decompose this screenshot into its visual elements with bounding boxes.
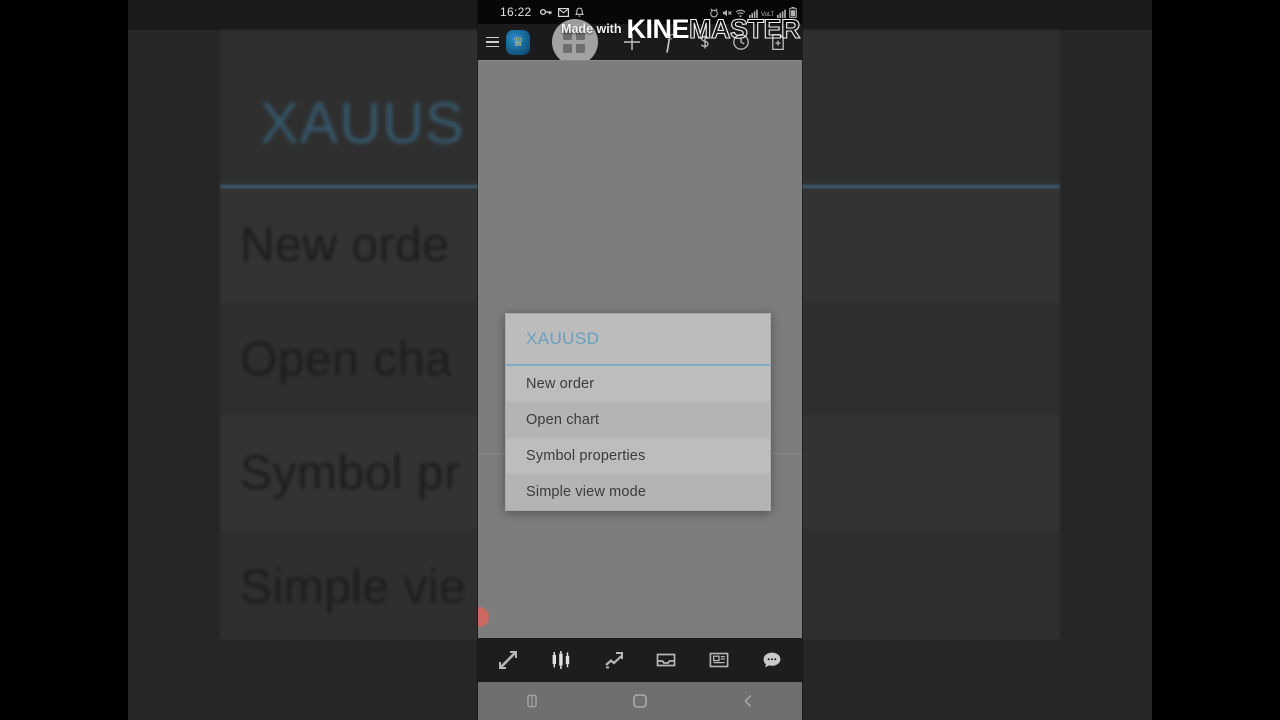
backdrop-popup-title: XAUUS — [260, 91, 465, 156]
hamburger-icon[interactable] — [485, 24, 500, 60]
backdrop-item-open-chart: Open cha — [240, 333, 453, 386]
news-icon[interactable] — [699, 643, 739, 677]
function-f-glyph: f — [665, 31, 672, 53]
menu-item-new-order[interactable]: New order — [506, 366, 770, 402]
grid-glyph — [563, 31, 586, 53]
home-button[interactable] — [618, 687, 662, 715]
new-document-icon[interactable] — [760, 24, 796, 60]
mt4-app-logo[interactable]: ♕ — [506, 29, 531, 55]
currency-settings-icon[interactable] — [687, 24, 723, 60]
menu-item-symbol-properties[interactable]: Symbol properties — [506, 438, 770, 474]
menu-item-open-chart[interactable]: Open chart — [506, 402, 770, 438]
app-toolbar: ♕ f — [478, 19, 802, 65]
menu-item-simple-view-mode[interactable]: Simple view mode — [506, 474, 770, 510]
signal-icon — [749, 9, 758, 18]
add-symbol-icon[interactable] — [614, 24, 650, 60]
sell-marker-dot — [478, 607, 489, 627]
chat-icon[interactable] — [752, 643, 792, 677]
wifi-icon — [735, 9, 746, 18]
phone-screen: 16:22 VoLT ♕ f Made with KINE XAUUSD New… — [478, 0, 802, 720]
symbol-context-menu: XAUUSD New order Open chart Symbol prope… — [505, 313, 771, 511]
key-icon — [539, 7, 552, 17]
charts-candlestick-icon[interactable] — [541, 643, 581, 677]
backdrop-item-symbol-properties: Symbol pr — [240, 447, 461, 500]
clock-icon[interactable] — [723, 24, 759, 60]
screenshot-stage: XAUUS New orde Open cha Symbol pr Simple… — [0, 0, 1280, 720]
battery-icon — [789, 6, 797, 18]
recents-button[interactable] — [510, 687, 554, 715]
signal2-icon — [777, 9, 786, 18]
android-navigation-bar — [478, 682, 802, 720]
back-button[interactable] — [726, 687, 770, 715]
scrim-divider — [478, 60, 802, 61]
mailbox-icon[interactable] — [646, 643, 686, 677]
volte-icon: VoLTE — [761, 9, 774, 18]
mute-icon — [722, 8, 732, 18]
market-watch-scrim[interactable]: XAUUSD New order Open chart Symbol prope… — [478, 60, 802, 662]
alarm-icon — [709, 8, 719, 18]
status-bar: 16:22 VoLT — [478, 0, 802, 24]
status-bar-clock: 16:22 — [500, 5, 532, 19]
function-f-icon[interactable]: f — [651, 24, 687, 60]
backdrop-item-new-order: New orde — [240, 219, 450, 272]
backdrop-item-simple-view-mode: Simple vie — [240, 561, 467, 614]
trade-line-icon[interactable] — [594, 643, 634, 677]
grid-view-icon[interactable] — [552, 19, 599, 65]
mail-icon — [557, 7, 569, 17]
bottom-navigation-bar — [478, 638, 802, 682]
bell-icon — [574, 7, 584, 18]
quotes-icon[interactable] — [488, 643, 528, 677]
context-menu-title: XAUUSD — [506, 314, 770, 366]
svg-text:VoLTE: VoLTE — [761, 12, 774, 18]
